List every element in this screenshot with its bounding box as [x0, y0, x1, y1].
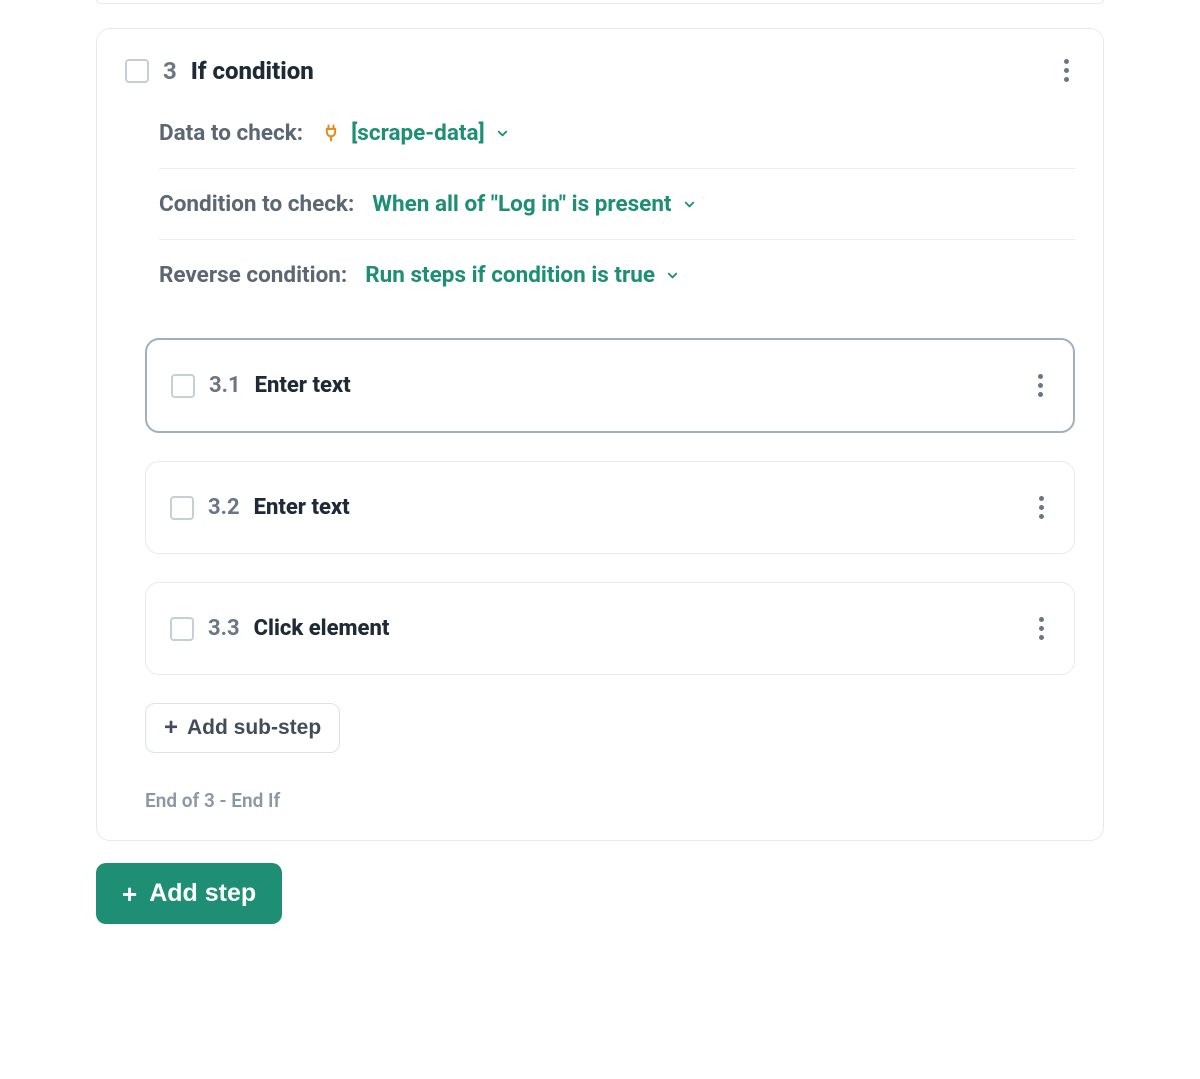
setting-row-data-to-check: Data to check: [scrape-data]: [159, 120, 1075, 169]
plus-icon: +: [164, 716, 178, 740]
chevron-down-icon: [495, 126, 510, 141]
substep-title: Click element: [254, 616, 390, 641]
step-header-row: 3 If condition: [125, 53, 1075, 88]
previous-card-edge: [96, 0, 1104, 4]
end-if-label: End of 3 - End If: [145, 789, 1075, 812]
substep-checkbox[interactable]: [170, 496, 194, 520]
step-settings: Data to check: [scrape-data]: [125, 120, 1075, 310]
setting-row-reverse: Reverse condition: Run steps if conditio…: [159, 240, 1075, 310]
chevron-down-icon: [682, 197, 697, 212]
plus-icon: +: [122, 881, 137, 907]
add-substep-label: Add sub-step: [187, 716, 321, 740]
if-condition-step-card: 3 If condition Data to check: [sc: [96, 28, 1104, 841]
setting-label-data-to-check: Data to check:: [159, 120, 303, 146]
step-number: 3: [163, 57, 177, 85]
add-substep-button[interactable]: + Add sub-step: [145, 703, 340, 753]
setting-value-reverse[interactable]: Run steps if condition is true: [365, 262, 680, 288]
add-step-button[interactable]: + Add step: [96, 863, 282, 924]
substep-more-menu[interactable]: [1032, 368, 1049, 403]
step-more-menu[interactable]: [1058, 53, 1075, 88]
substep-more-menu[interactable]: [1033, 611, 1050, 646]
setting-label-reverse: Reverse condition:: [159, 262, 347, 288]
setting-label-condition: Condition to check:: [159, 191, 354, 217]
substep-checkbox[interactable]: [171, 374, 195, 398]
substeps-list: 3.1 Enter text 3.2 Enter text 3.3 Click …: [125, 338, 1075, 812]
setting-value-data-to-check[interactable]: [scrape-data]: [321, 120, 510, 146]
step-checkbox[interactable]: [125, 59, 149, 83]
substep-card[interactable]: 3.3 Click element: [145, 582, 1075, 675]
substep-number: 3.2: [208, 495, 240, 520]
step-title: If condition: [191, 57, 314, 85]
plug-icon: [321, 123, 341, 143]
substep-number: 3.1: [209, 373, 241, 398]
substep-title: Enter text: [254, 495, 350, 520]
substep-more-menu[interactable]: [1033, 490, 1050, 525]
substep-title: Enter text: [255, 373, 351, 398]
chevron-down-icon: [665, 268, 680, 283]
setting-row-condition: Condition to check: When all of "Log in"…: [159, 169, 1075, 240]
add-step-label: Add step: [149, 879, 256, 908]
substep-checkbox[interactable]: [170, 617, 194, 641]
substep-number: 3.3: [208, 616, 240, 641]
reverse-value-text: Run steps if condition is true: [365, 262, 655, 288]
condition-value-text: When all of "Log in" is present: [372, 191, 671, 217]
substep-card[interactable]: 3.1 Enter text: [145, 338, 1075, 433]
substep-card[interactable]: 3.2 Enter text: [145, 461, 1075, 554]
setting-value-condition[interactable]: When all of "Log in" is present: [372, 191, 696, 217]
data-to-check-value-text: [scrape-data]: [351, 120, 485, 146]
